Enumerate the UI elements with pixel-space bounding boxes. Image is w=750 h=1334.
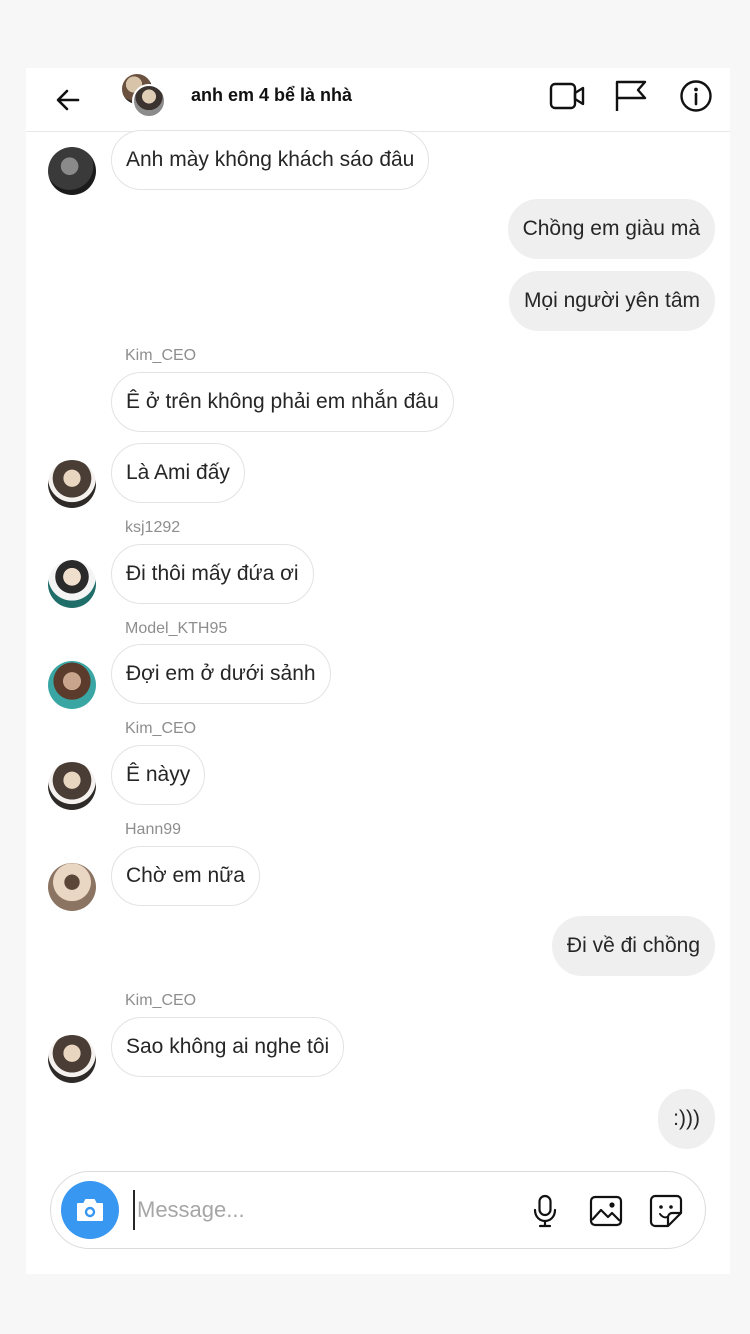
chat-screen: anh em 4 bể là nhà Anh mày không khách s… [26, 68, 730, 1274]
chat-header: anh em 4 bể là nhà [26, 68, 730, 132]
group-avatar[interactable] [120, 72, 168, 120]
incoming-message[interactable]: Đợi em ở dưới sảnh [111, 644, 331, 704]
message-composer [50, 1171, 706, 1249]
flag-icon [615, 80, 647, 111]
sticker-icon [649, 1194, 683, 1228]
outgoing-message[interactable]: :))) [658, 1089, 715, 1149]
outgoing-message[interactable]: Đi về đi chồng [551, 916, 715, 976]
avatar[interactable] [48, 460, 96, 508]
sender-name[interactable]: ksj1292 [125, 519, 180, 537]
incoming-message[interactable]: Là Ami đấy [111, 443, 245, 503]
camera-button[interactable] [61, 1181, 119, 1239]
avatar[interactable] [48, 1035, 96, 1083]
avatar[interactable] [48, 762, 96, 810]
message-input[interactable] [133, 1190, 513, 1230]
info-button[interactable] [676, 76, 716, 116]
incoming-message[interactable]: Ê ở trên không phải em nhắn đâu [111, 372, 454, 432]
info-icon [680, 80, 712, 112]
back-button[interactable] [48, 80, 88, 120]
sender-name[interactable]: Model_KTH95 [125, 620, 227, 638]
avatar[interactable] [48, 560, 96, 608]
outgoing-message[interactable]: Chồng em giàu mà [507, 199, 715, 259]
incoming-message[interactable]: Ê nàyy [111, 745, 206, 805]
camera-icon [77, 1199, 103, 1221]
group-member-avatar [132, 84, 166, 118]
gallery-icon [589, 1195, 623, 1227]
incoming-message[interactable]: Chờ em nữa [111, 846, 260, 906]
sender-name[interactable]: Kim_CEO [125, 720, 196, 738]
video-call-icon [549, 82, 585, 110]
video-call-button[interactable] [548, 76, 588, 116]
voice-message-button[interactable] [525, 1191, 565, 1231]
chat-title[interactable]: anh em 4 bể là nhà [191, 85, 352, 106]
flag-button[interactable] [611, 76, 651, 116]
sender-name[interactable]: Hann99 [125, 821, 181, 839]
sender-name[interactable]: Kim_CEO [125, 347, 196, 365]
incoming-message[interactable]: Đi thôi mấy đứa ơi [111, 544, 314, 604]
avatar[interactable] [48, 661, 96, 709]
avatar[interactable] [48, 147, 96, 195]
outgoing-message[interactable]: Mọi người yên tâm [508, 271, 715, 331]
back-arrow-icon [56, 89, 80, 111]
sender-name[interactable]: Kim_CEO [125, 992, 196, 1010]
incoming-message[interactable]: Sao không ai nghe tôi [111, 1017, 345, 1077]
sticker-button[interactable] [646, 1191, 686, 1231]
avatar[interactable] [48, 863, 96, 911]
incoming-message[interactable]: Anh mày không khách sáo đâu [111, 130, 430, 190]
microphone-icon [533, 1194, 557, 1228]
gallery-button[interactable] [586, 1191, 626, 1231]
